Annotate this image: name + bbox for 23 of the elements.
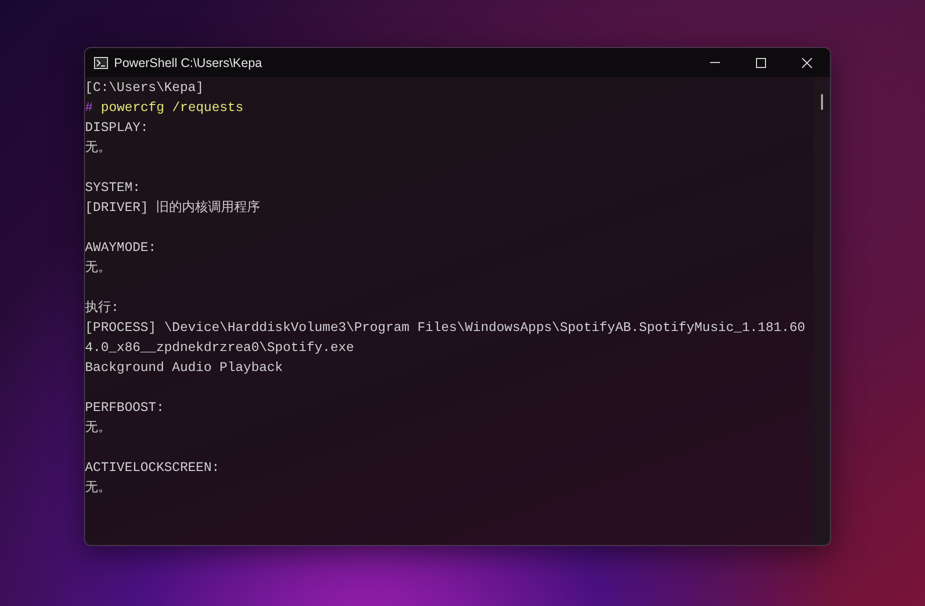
output-line: SYSTEM:: [85, 179, 140, 197]
output-line: ACTIVELOCKSCREEN:: [85, 459, 220, 477]
output-line: [C:\Users\Kepa]: [85, 79, 204, 97]
close-icon: [802, 58, 812, 68]
terminal-icon: [94, 56, 108, 68]
scrollbar-thumb[interactable]: [820, 94, 822, 110]
command-text: powercfg /requests: [100, 99, 244, 117]
output-line: AWAYMODE:: [85, 239, 156, 257]
output-line: Background Audio Playback: [85, 359, 283, 377]
minimize-icon: [710, 62, 720, 63]
output-line: 无。: [85, 479, 111, 497]
output-line: [PROCESS] \Device\HarddiskVolume3\Program Files\WindowsApps\SpotifyAB.SpotifyMusic_1.181.60: [85, 319, 806, 337]
output-line: 执行:: [85, 299, 119, 317]
output-line: 无。: [85, 139, 111, 157]
output-line: PERFBOOST:: [85, 399, 164, 417]
output-line: 无。: [85, 259, 111, 277]
output-line: [DRIVER] 旧的内核调用程序: [85, 199, 260, 217]
window-title: PowerShell C:\Users\Kepa: [114, 56, 263, 70]
prompt-marker: #: [85, 99, 93, 117]
output-line: 4.0_x86__zpdnekdrzrea0\Spotify.exe: [85, 339, 354, 357]
maximize-icon: [756, 58, 766, 68]
output-line: DISPLAY:: [85, 119, 148, 137]
output-line: 无。: [85, 419, 111, 437]
